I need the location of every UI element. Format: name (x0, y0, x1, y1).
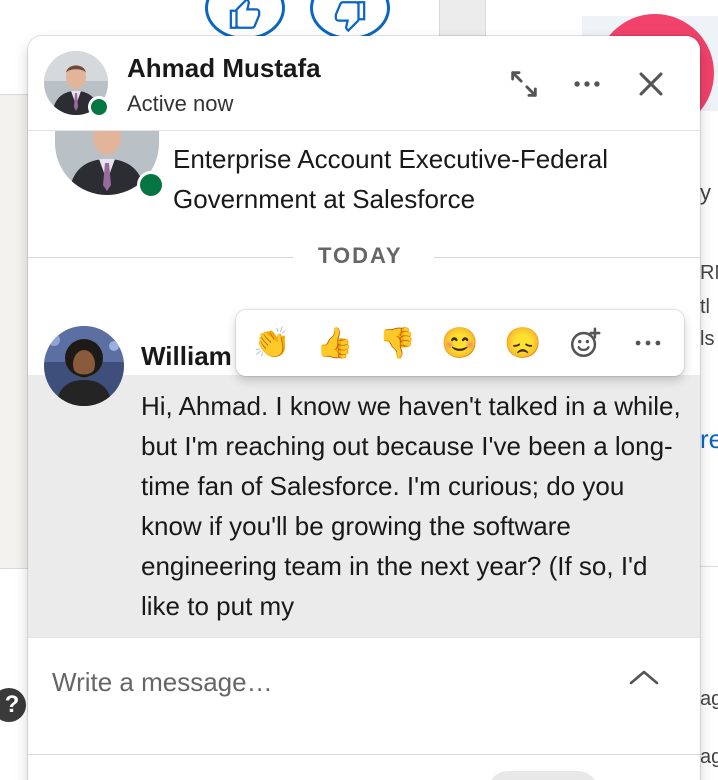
profile-headline: Enterprise Account Executive-Federal Gov… (173, 144, 608, 214)
contact-name[interactable]: Ahmad Mustafa (127, 53, 321, 84)
help-glyph: ? (4, 691, 20, 718)
thumbs-up-icon (229, 0, 261, 29)
chat-header[interactable]: Ahmad Mustafa Active now (28, 36, 700, 131)
expand-icon (511, 71, 537, 97)
chat-window: Ahmad Mustafa Active now Enterprise Acco… (28, 36, 700, 780)
background-text-fragment: ag (700, 746, 718, 768)
background-text-fragment: RM (700, 262, 718, 284)
sender-photo (44, 326, 124, 406)
background-link-fragment[interactable]: re (700, 424, 718, 455)
message-text: Hi, Ahmad. I know we haven't talked in a… (141, 391, 681, 621)
message-composer (28, 637, 700, 757)
reaction-bar: 👏 👍 👎 😊 😞 (236, 310, 684, 376)
add-emoji-icon (571, 327, 601, 358)
thumbs-up-reaction[interactable]: 👍 (309, 317, 361, 369)
divider-line (434, 257, 700, 258)
message-sender-name[interactable]: William (141, 341, 232, 372)
background-text-fragment: y (700, 180, 711, 205)
send-button[interactable] (488, 771, 598, 780)
message-input[interactable] (52, 662, 612, 702)
online-status-indicator (88, 96, 110, 118)
background-left-panel (0, 568, 30, 780)
background-like-button[interactable] (205, 0, 285, 40)
date-divider: TODAY (28, 239, 700, 279)
add-reaction-button[interactable] (559, 317, 611, 369)
background-text-fragment: ls (700, 328, 715, 350)
divider-line (28, 257, 293, 258)
background-rule (700, 566, 718, 567)
close-icon (639, 72, 663, 96)
more-icon (574, 81, 600, 87)
expand-button[interactable] (502, 62, 546, 106)
avatar[interactable] (44, 326, 124, 406)
profile-intro: Enterprise Account Executive-Federal Gov… (28, 111, 700, 256)
disappointed-face-reaction[interactable]: 😞 (497, 317, 549, 369)
background-dislike-button[interactable] (310, 0, 390, 40)
date-divider-label: TODAY (318, 243, 403, 268)
thumbs-down-reaction[interactable]: 👎 (371, 317, 423, 369)
contact-status: Active now (127, 91, 234, 116)
smiling-face-reaction[interactable]: 😊 (434, 317, 486, 369)
background-text-fragment: tl (700, 296, 710, 318)
thumbs-down-icon (334, 1, 366, 32)
more-reactions-button[interactable] (622, 317, 674, 369)
clapping-hands-reaction[interactable]: 👏 (246, 317, 298, 369)
more-icon (635, 340, 661, 346)
online-status-indicator (137, 171, 165, 199)
composer-footer (28, 754, 700, 780)
background-text-fragment: ag (700, 688, 718, 710)
chevron-up-icon (629, 670, 659, 685)
expand-composer-button[interactable] (624, 660, 664, 694)
more-options-button[interactable] (565, 62, 609, 106)
close-button[interactable] (629, 62, 673, 106)
